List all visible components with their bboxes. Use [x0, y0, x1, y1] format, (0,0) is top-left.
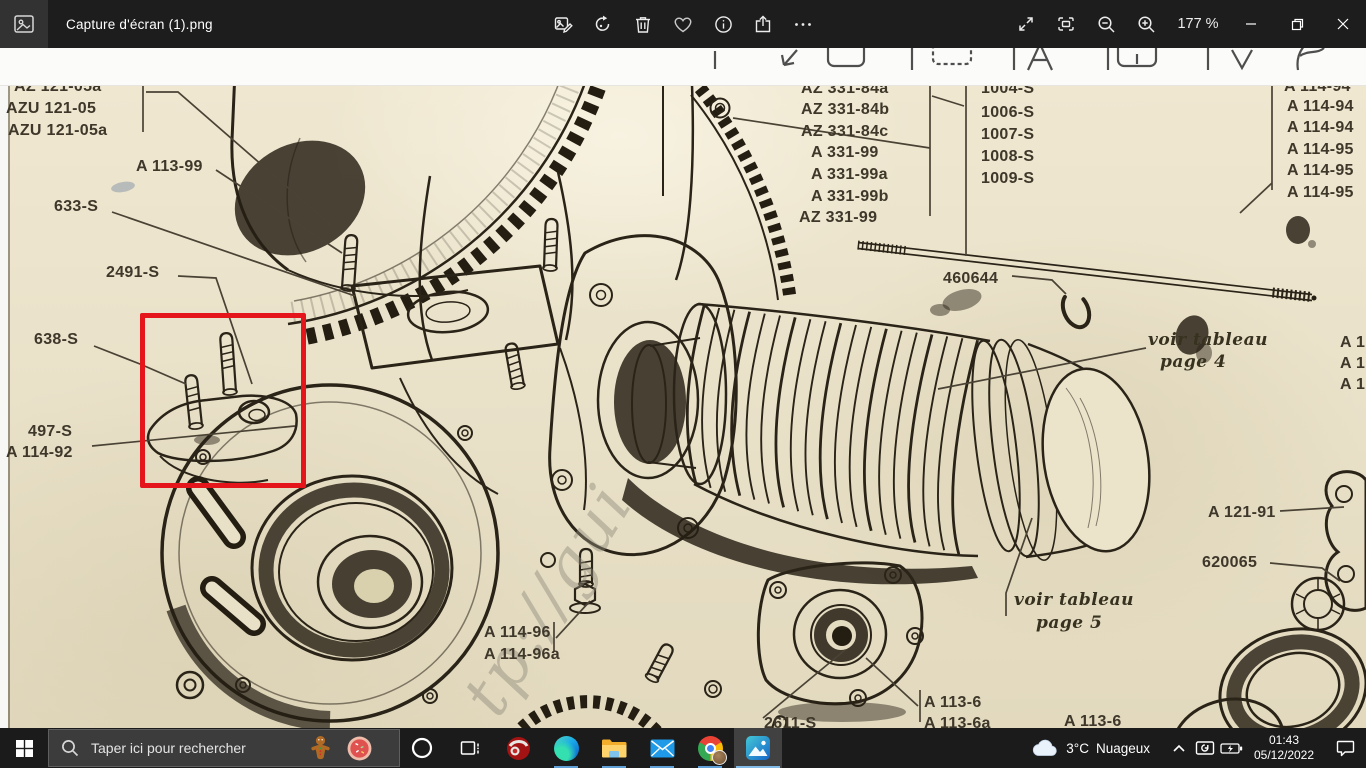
edit-image-button[interactable] [543, 0, 583, 48]
system-tray: 3°C Nuageux 01:43 05/12/2022 [1032, 728, 1366, 768]
cortana-icon [411, 737, 433, 759]
weather-condition: Nuageux [1096, 741, 1150, 756]
tray-battery[interactable] [1218, 728, 1244, 768]
fit-to-window-icon [1056, 15, 1076, 33]
delete-icon [634, 15, 652, 34]
window-controls [1228, 0, 1366, 48]
taskbar-search[interactable] [48, 729, 400, 767]
search-icon [61, 739, 79, 757]
red-browser-icon [506, 736, 531, 761]
fullscreen-icon [1017, 15, 1035, 33]
share-button[interactable] [743, 0, 783, 48]
windows-logo-icon [16, 740, 33, 757]
favorite-button[interactable] [663, 0, 703, 48]
start-button[interactable] [0, 728, 48, 768]
titlebar: Capture d'écran (1).png [0, 0, 1366, 48]
window-title: Capture d'écran (1).png [66, 0, 213, 48]
info-button[interactable] [703, 0, 743, 48]
close-button[interactable] [1320, 0, 1366, 48]
share-icon [754, 15, 773, 34]
taskbar-item-file-explorer[interactable] [590, 728, 638, 768]
taskbar-item-edge[interactable] [542, 728, 590, 768]
red-highlight-box [140, 313, 306, 488]
heart-icon [673, 15, 693, 34]
taskbar-item-chrome[interactable] [686, 728, 734, 768]
info-icon [714, 15, 733, 34]
zoom-out-icon [1097, 15, 1116, 34]
tray-cast-display[interactable] [1192, 728, 1218, 768]
taskbar-item-photos[interactable] [734, 728, 782, 768]
taskbar-weather[interactable]: 3°C Nuageux [1032, 739, 1150, 757]
show-hidden-icons-button[interactable] [1166, 728, 1192, 768]
clock-time: 01:43 [1244, 733, 1324, 748]
zoom-level: 177 % [1166, 16, 1230, 32]
weather-temperature: 3°C [1066, 741, 1089, 756]
taskbar-item-cortana[interactable] [398, 728, 446, 768]
zoom-out-button[interactable] [1086, 0, 1126, 48]
mail-icon [650, 739, 675, 758]
titlebar-toolbar [543, 0, 823, 48]
battery-charging-icon [1220, 742, 1243, 755]
action-center-button[interactable] [1324, 728, 1366, 768]
image-viewer-canvas[interactable]: tp://gui [0, 48, 1366, 728]
chevron-up-icon [1172, 743, 1186, 753]
search-input[interactable] [89, 739, 298, 757]
cropped-arrow-icon [782, 50, 797, 65]
clock-date: 05/12/2022 [1244, 748, 1324, 763]
long-rod [858, 241, 1317, 302]
image-embedded-toolbar [0, 48, 1366, 86]
fullscreen-button[interactable] [1006, 0, 1046, 48]
close-icon [1337, 18, 1349, 30]
gingerbread-man-icon [310, 735, 331, 761]
photos-app-window: Capture d'écran (1).png [0, 0, 1366, 768]
restore-icon [1291, 18, 1304, 31]
cylinder-threads [687, 306, 977, 554]
cropped-shape-icon [828, 48, 864, 66]
photos-app-icon [0, 0, 48, 48]
minimize-button[interactable] [1228, 0, 1274, 48]
taskbar-item-browser-red[interactable] [494, 728, 542, 768]
fit-to-window-button[interactable] [1046, 0, 1086, 48]
cropped-dropper-icon [1232, 50, 1252, 68]
notification-icon [1336, 740, 1355, 757]
rotate-button[interactable] [583, 0, 623, 48]
view-controls: 177 % [1006, 0, 1230, 48]
chrome-profile-avatar [712, 750, 727, 765]
photos-taskbar-icon [745, 735, 771, 761]
cloud-icon [1032, 739, 1059, 757]
zoom-in-icon [1137, 15, 1156, 34]
ellipsis-icon [793, 15, 813, 34]
taskbar-item-task-view[interactable] [446, 728, 494, 768]
cropped-text-icon [1028, 48, 1052, 70]
taskbar-clock[interactable]: 01:43 05/12/2022 [1244, 733, 1324, 763]
zoom-in-button[interactable] [1126, 0, 1166, 48]
edit-image-icon [554, 15, 573, 34]
watermark-text: tp://gui [449, 470, 648, 728]
rotate-icon [593, 14, 613, 34]
gasket [1326, 472, 1366, 611]
taskbar-item-mail[interactable] [638, 728, 686, 768]
taskbar: 3°C Nuageux 01:43 05/12/2022 [0, 728, 1366, 768]
holiday-cookie-icon [346, 735, 373, 762]
more-options-button[interactable] [783, 0, 823, 48]
task-view-icon [460, 740, 481, 757]
minimize-icon [1245, 18, 1257, 30]
retaining-clip [1058, 289, 1095, 332]
delete-button[interactable] [623, 0, 663, 48]
cast-display-icon [1195, 740, 1215, 757]
cropped-flag-icon [1297, 48, 1324, 70]
restore-button[interactable] [1274, 0, 1320, 48]
file-explorer-icon [601, 738, 627, 759]
cropped-select-icon [933, 48, 971, 64]
edge-icon [554, 736, 579, 761]
search-decorations[interactable] [298, 735, 373, 762]
